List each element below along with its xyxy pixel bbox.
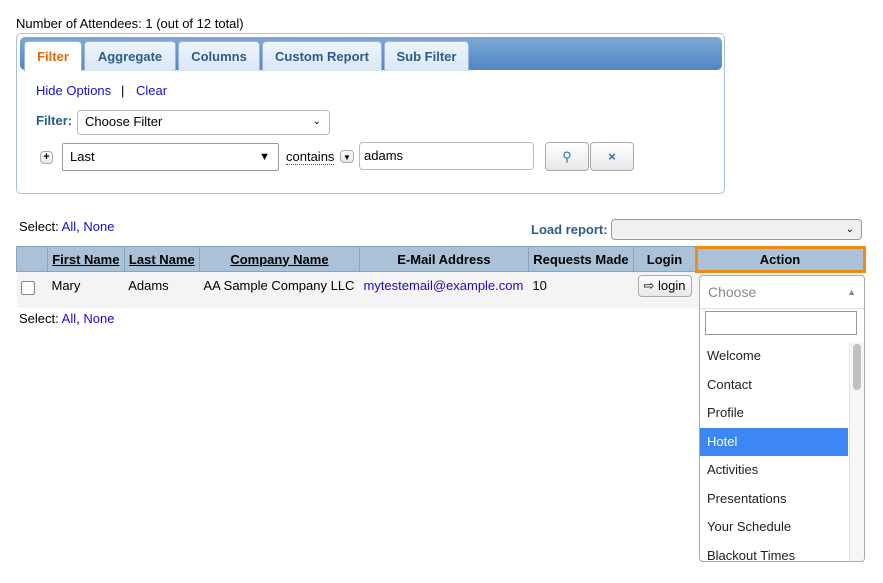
header-requests: Requests Made (527, 246, 635, 272)
caret-up-icon: ▲ (847, 287, 856, 297)
select-none-link[interactable]: None (83, 311, 114, 326)
caret-down-icon: ▼ (259, 151, 270, 163)
search-icon: ⚲ (562, 149, 572, 164)
select-links-bottom: Select: All, None (19, 311, 115, 326)
select-label: Select: (19, 311, 59, 326)
action-select-value[interactable]: Choose ▲ (700, 276, 864, 309)
select-links-top: Select: All, None (19, 219, 115, 234)
last-name-sort-link[interactable]: Last Name (129, 252, 195, 267)
login-button[interactable]: ⇨ login (637, 275, 692, 297)
option-welcome[interactable]: Welcome (700, 342, 848, 371)
option-presentations[interactable]: Presentations (700, 485, 848, 514)
choose-filter-value: Choose Filter (85, 114, 163, 129)
tab-filter[interactable]: Filter (24, 41, 82, 71)
select-none-link[interactable]: None (83, 219, 114, 234)
header-login: Login (633, 246, 696, 272)
email-link[interactable]: mytestemail@example.com (363, 278, 523, 293)
row-checkbox[interactable] (20, 281, 35, 295)
hide-options-link[interactable]: Hide Options (36, 83, 111, 98)
search-button[interactable]: ⚲ (545, 142, 589, 171)
requests-cell: 10 (528, 271, 634, 308)
header-action: Action (694, 245, 866, 273)
option-blackout-times[interactable]: Blackout Times (700, 542, 848, 562)
clear-filter-button[interactable]: × (590, 142, 634, 171)
load-report-select[interactable]: ⌄ (611, 219, 862, 240)
tab-aggregate[interactable]: Aggregate (84, 41, 176, 71)
header-last-name[interactable]: Last Name (123, 246, 200, 272)
clear-link[interactable]: Clear (136, 83, 167, 98)
header-email: E-Mail Address (358, 246, 529, 272)
tab-custom-report[interactable]: Custom Report (262, 41, 382, 71)
select-label: Select: (19, 219, 59, 234)
company-cell: AA Sample Company LLC (199, 271, 360, 308)
chevron-down-icon: ⌄ (312, 116, 321, 127)
sign-in-icon: ⇨ (643, 278, 655, 293)
action-options-list: Welcome Contact Profile Hotel Activities… (700, 342, 848, 562)
select-all-link[interactable]: All (62, 311, 76, 326)
tab-sub-filter[interactable]: Sub Filter (384, 41, 469, 71)
filter-panel: Filter Aggregate Columns Custom Report S… (16, 33, 725, 194)
header-first-name[interactable]: First Name (47, 246, 125, 272)
action-placeholder: Choose (708, 284, 757, 300)
tab-columns[interactable]: Columns (178, 41, 260, 71)
first-name-cell: Mary (47, 271, 125, 308)
table-header-row: First Name Last Name Company Name E-Mail… (16, 245, 866, 273)
row-checkbox-cell (16, 271, 48, 308)
choose-filter-select[interactable]: Choose Filter ⌄ (77, 110, 330, 135)
option-hotel[interactable]: Hotel (700, 427, 848, 456)
company-sort-link[interactable]: Company Name (230, 252, 328, 267)
scrollbar[interactable] (849, 342, 864, 561)
option-contact[interactable]: Contact (700, 371, 848, 400)
filter-label: Filter: (36, 113, 73, 128)
last-name-cell: Adams (124, 271, 200, 308)
field-select[interactable]: Last ▼ (62, 143, 279, 171)
login-label: login (658, 278, 686, 293)
select-all-link[interactable]: All (62, 219, 76, 234)
first-name-sort-link[interactable]: First Name (52, 252, 119, 267)
action-search-input[interactable] (705, 311, 857, 335)
filter-value-input[interactable]: adams (359, 142, 534, 170)
chevron-down-icon: ⌄ (845, 224, 854, 235)
load-report-label: Load report: (531, 222, 608, 237)
header-company[interactable]: Company Name (198, 246, 360, 272)
action-dropdown[interactable]: Choose ▲ Welcome Contact Profile Hotel Ac… (699, 275, 865, 562)
tab-bar: Filter Aggregate Columns Custom Report S… (20, 37, 722, 71)
operator-label[interactable]: contains (286, 149, 335, 165)
close-icon: × (608, 149, 616, 164)
option-profile[interactable]: Profile (700, 399, 848, 428)
email-cell: mytestemail@example.com (359, 271, 529, 308)
login-cell: ⇨ login (633, 271, 696, 308)
attendee-count: Number of Attendees: 1 (out of 12 total) (16, 16, 244, 31)
operator-dropdown-icon[interactable]: ▼ (340, 150, 354, 163)
option-your-schedule[interactable]: Your Schedule (700, 513, 848, 542)
add-condition-button[interactable]: + (40, 151, 53, 164)
checkbox-header (16, 246, 48, 272)
field-select-value: Last (70, 149, 95, 164)
scrollbar-thumb[interactable] (853, 344, 861, 390)
option-activities[interactable]: Activities (700, 456, 848, 485)
separator: | (121, 83, 125, 98)
